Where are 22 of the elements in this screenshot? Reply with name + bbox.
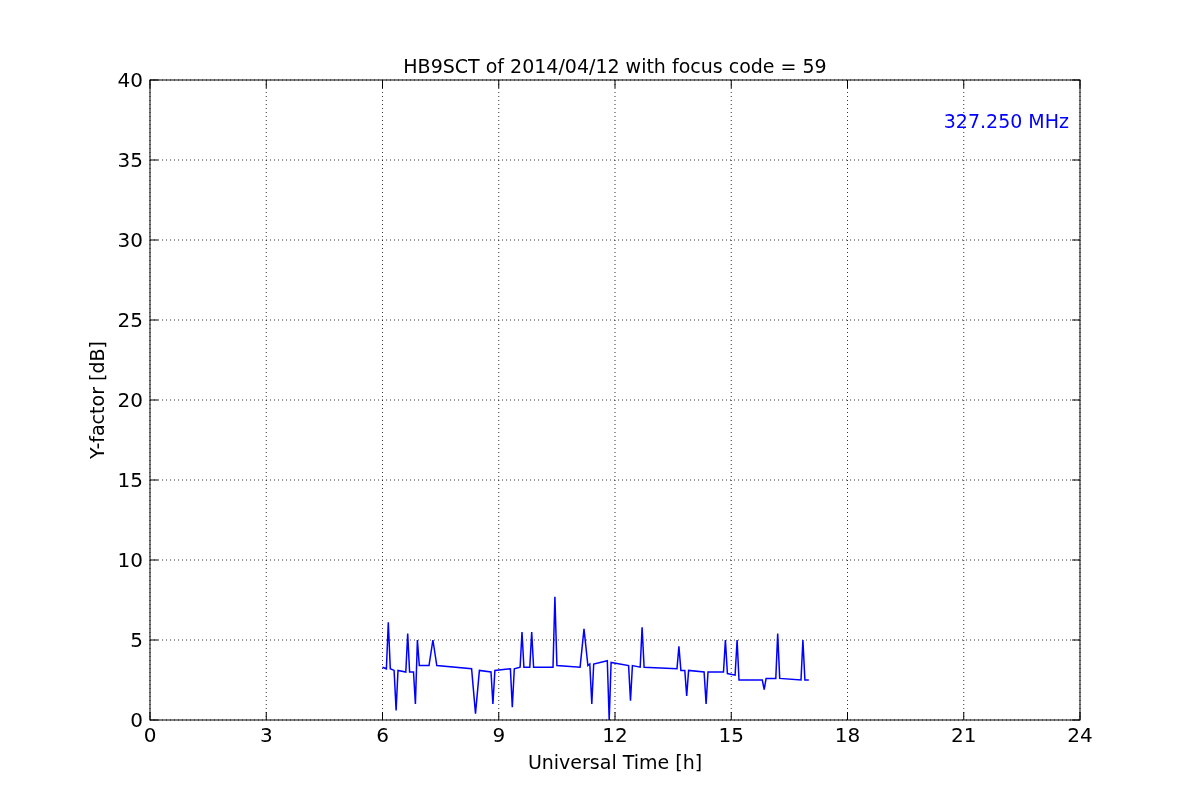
y-tick-label: 40 — [117, 68, 143, 92]
y-axis-label: Y-factor [dB] — [86, 341, 108, 459]
y-tick-label: 15 — [117, 468, 143, 492]
y-tick-label: 5 — [130, 628, 143, 652]
y-tick-label: 20 — [117, 388, 143, 412]
y-tick-label: 35 — [117, 148, 143, 172]
x-tick-label: 21 — [951, 723, 977, 747]
x-tick-label: 24 — [1067, 723, 1093, 747]
x-axis-label: Universal Time [h] — [527, 751, 703, 773]
x-tick-label: 0 — [143, 723, 157, 747]
x-tick-label: 15 — [718, 723, 744, 747]
y-tick-label: 30 — [117, 228, 143, 252]
x-tick-label: 9 — [492, 723, 506, 747]
x-tick-label: 12 — [602, 723, 628, 747]
y-tick-label: 10 — [117, 548, 143, 572]
y-tick-label: 25 — [117, 308, 143, 332]
x-tick-label: 6 — [376, 723, 389, 747]
series-label: 327.250 MHz — [943, 110, 1069, 132]
chart-title: HB9SCT of 2014/04/12 with focus code = 59 — [403, 55, 827, 77]
x-tick-label: 18 — [834, 723, 861, 747]
y-tick-label: 0 — [130, 708, 143, 732]
x-tick-label: 3 — [259, 723, 273, 747]
